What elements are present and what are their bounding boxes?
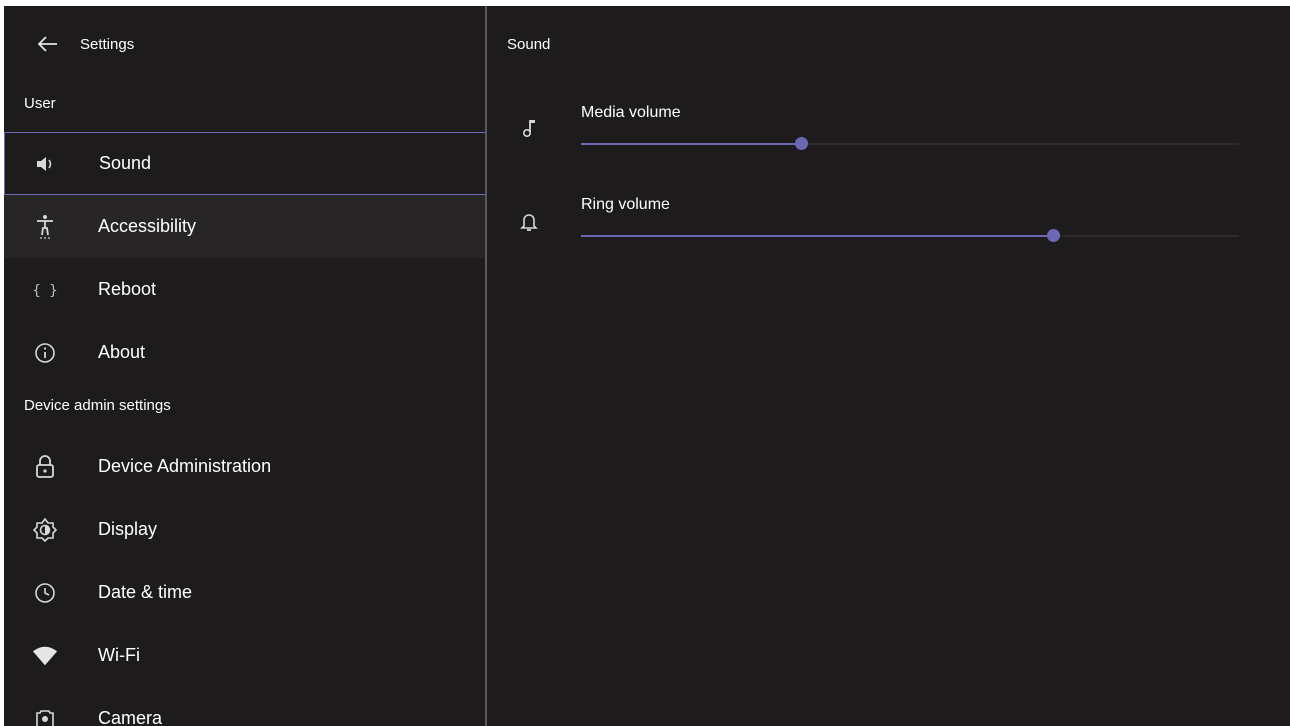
wifi-icon bbox=[32, 643, 58, 669]
brightness-icon bbox=[32, 517, 58, 543]
ring-volume-slider[interactable] bbox=[581, 229, 1239, 242]
nav-item-camera[interactable]: Camera bbox=[4, 687, 485, 726]
ring-volume-row: Ring volume bbox=[487, 193, 1290, 263]
nav-label-camera: Camera bbox=[98, 708, 163, 726]
nav-label-device-administration: Device Administration bbox=[98, 456, 272, 476]
lock-icon bbox=[32, 454, 58, 480]
top-bar: Settings bbox=[4, 26, 485, 62]
nav-label-wifi: Wi-Fi bbox=[98, 645, 140, 665]
braces-icon: { } bbox=[32, 277, 58, 303]
nav-item-sound[interactable]: Sound bbox=[4, 132, 485, 195]
ring-volume-thumb[interactable] bbox=[1047, 229, 1061, 242]
nav-item-display[interactable]: Display bbox=[4, 498, 485, 561]
media-volume-fill bbox=[581, 143, 802, 145]
sound-settings-pane: Sound Media volume Ring volume bbox=[487, 6, 1290, 726]
media-volume-label: Media volume bbox=[581, 104, 681, 121]
camera-icon bbox=[32, 706, 58, 726]
media-volume-thumb[interactable] bbox=[795, 137, 809, 150]
accessibility-icon bbox=[32, 214, 58, 240]
music-note-icon bbox=[517, 116, 541, 140]
speaker-icon bbox=[33, 151, 59, 177]
nav-item-accessibility[interactable]: Accessibility bbox=[4, 195, 485, 258]
settings-screen: Settings User Sound Accessibility {} Re… bbox=[4, 6, 1290, 726]
media-volume-row: Media volume bbox=[487, 101, 1290, 171]
ring-volume-label: Ring volume bbox=[581, 196, 670, 213]
info-icon bbox=[32, 340, 58, 366]
clock-icon bbox=[32, 580, 58, 606]
page-title: Settings bbox=[80, 35, 135, 53]
media-volume-slider[interactable] bbox=[581, 137, 1239, 150]
nav-item-date-time[interactable]: Date & time bbox=[4, 561, 485, 624]
bell-icon bbox=[517, 210, 541, 234]
nav-label-date-time: Date & time bbox=[98, 582, 193, 602]
arrow-left-icon bbox=[38, 36, 57, 52]
nav-item-about[interactable]: About bbox=[4, 321, 485, 384]
section-header-device-admin: Device admin settings bbox=[24, 397, 171, 414]
ring-volume-fill bbox=[581, 235, 1054, 237]
nav-item-reboot[interactable]: { } Reboot bbox=[4, 258, 485, 321]
nav-label-accessibility: Accessibility bbox=[98, 216, 197, 236]
section-header-user: User bbox=[24, 95, 56, 112]
nav-item-wifi[interactable]: Wi-Fi bbox=[4, 624, 485, 687]
nav-label-about: About bbox=[98, 342, 146, 362]
sound-pane-title: Sound bbox=[507, 36, 551, 53]
nav-label-sound: Sound bbox=[99, 153, 152, 173]
back-button[interactable] bbox=[30, 26, 66, 62]
nav-label-display: Display bbox=[98, 519, 158, 539]
nav-label-reboot: Reboot bbox=[98, 279, 157, 299]
svg-text:{ }: { } bbox=[32, 283, 57, 299]
settings-nav-pane: Settings User Sound Accessibility {} Re… bbox=[4, 6, 485, 726]
nav-item-device-administration[interactable]: Device Administration bbox=[4, 435, 485, 498]
